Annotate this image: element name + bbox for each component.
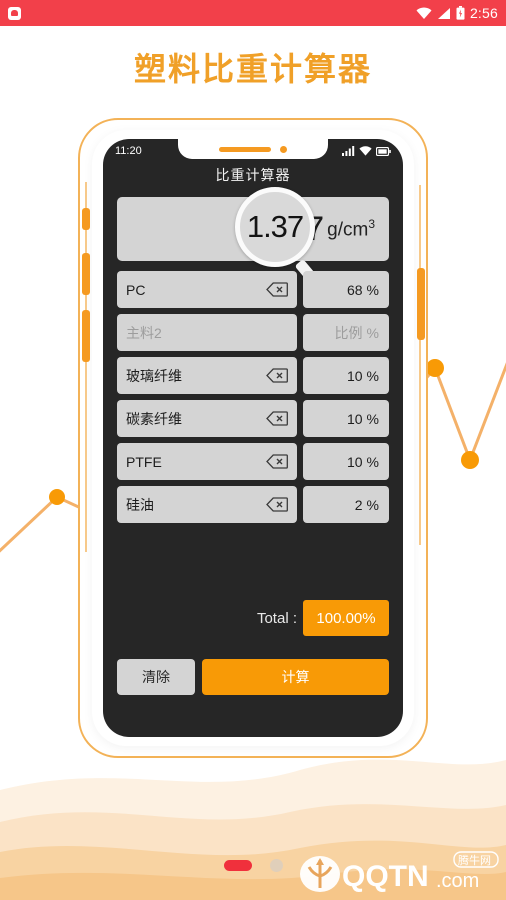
status-bar-time: 2:56 [469, 5, 498, 21]
battery-icon [456, 6, 465, 20]
result-unit: g/cm3 [327, 216, 375, 241]
power-button[interactable] [417, 268, 425, 340]
material-name-input[interactable]: PTFE [117, 443, 297, 480]
material-percent-value: 68 [346, 281, 363, 298]
material-rows: PC 68 % 主料2 比例 % 玻璃纤维 10 % 碳素纤维 10 % PTF… [117, 271, 389, 529]
material-name-value: PTFE [126, 453, 162, 470]
material-percent-input[interactable]: 比例 % [303, 314, 389, 351]
material-name-value: 碳素纤维 [126, 410, 182, 427]
page-indicator-dot[interactable] [269, 859, 283, 872]
percent-unit: % [366, 496, 379, 513]
table-row: PC 68 % [117, 271, 389, 308]
app-screenshot: 2:56 塑料比重计算器 11:20 比重计算器 g/cm3 1.37 PC 6… [0, 0, 506, 900]
phone-status-icons [342, 146, 391, 156]
phone-left-edge-line [85, 182, 87, 552]
qqtn-watermark: QQTN .com 腾牛网 [300, 851, 499, 893]
material-percent-input[interactable]: 68 % [303, 271, 389, 308]
backspace-icon[interactable] [266, 368, 288, 383]
backspace-icon[interactable] [266, 454, 288, 469]
phone-screen: 11:20 比重计算器 1.37 [103, 139, 403, 737]
watermark-brand: QQTN [342, 860, 429, 893]
signal-icon [437, 7, 450, 19]
percent-unit: % [366, 367, 379, 384]
material-name-value: 硅油 [126, 496, 154, 513]
status-bar: 2:56 [0, 0, 506, 26]
material-percent-placeholder: 比例 [334, 324, 363, 341]
total-row: Total : 100.00% [117, 600, 389, 636]
material-percent-input[interactable]: 10 % [303, 400, 389, 437]
backspace-icon[interactable] [266, 411, 288, 426]
backspace-icon[interactable] [266, 282, 288, 297]
table-row: 主料2 比例 % [117, 314, 389, 351]
mute-switch-button[interactable] [82, 310, 90, 362]
watermark-badge: 腾牛网 [453, 851, 499, 868]
battery-icon [376, 146, 391, 156]
action-buttons: 清除 计算 [117, 659, 389, 695]
total-label: Total : [256, 609, 297, 627]
volume-up-button[interactable] [82, 208, 90, 230]
material-percent-input[interactable]: 10 % [303, 357, 389, 394]
phone-status-bar: 11:20 [103, 139, 403, 161]
percent-unit: % [366, 453, 379, 470]
percent-unit: % [366, 410, 379, 427]
svg-text:腾牛网: 腾牛网 [458, 853, 491, 867]
app-header-title: 比重计算器 [215, 167, 291, 183]
wifi-icon [359, 146, 372, 156]
material-name-input[interactable]: 碳素纤维 [117, 400, 297, 437]
phone-status-time: 11:20 [115, 145, 142, 157]
material-name-value: PC [126, 281, 146, 298]
material-name-input[interactable]: PC [117, 271, 297, 308]
backspace-icon[interactable] [266, 497, 288, 512]
material-name-value: 玻璃纤维 [126, 367, 182, 384]
result-unit-exponent: 3 [368, 216, 375, 231]
table-row: 玻璃纤维 10 % [117, 357, 389, 394]
material-name-placeholder: 主料2 [126, 324, 162, 341]
signal-icon [342, 146, 355, 156]
app-icon [8, 6, 21, 20]
table-row: 碳素纤维 10 % [117, 400, 389, 437]
material-name-input[interactable]: 玻璃纤维 [117, 357, 297, 394]
magnified-result-value: 1.37 [246, 209, 304, 244]
percent-unit: % [366, 281, 379, 298]
material-percent-input[interactable]: 2 % [303, 486, 389, 523]
total-value-badge: 100.00% [303, 600, 389, 636]
wifi-icon [416, 7, 432, 19]
watermark-suffix: .com [436, 870, 479, 892]
magnifier-icon: 1.37 [235, 187, 315, 267]
calculate-button[interactable]: 计算 [202, 659, 389, 695]
page-indicator-dot-active[interactable] [223, 860, 252, 871]
material-name-input[interactable]: 主料2 [117, 314, 297, 351]
table-row: PTFE 10 % [117, 443, 389, 480]
bull-logo-icon [300, 856, 340, 892]
percent-unit: % [366, 324, 379, 341]
material-percent-value: 10 [346, 453, 363, 470]
page-title: 塑料比重计算器 [133, 50, 372, 88]
clear-button[interactable]: 清除 [117, 659, 195, 695]
material-percent-value: 10 [346, 410, 363, 427]
status-bar-right: 2:56 [416, 6, 498, 20]
volume-down-button[interactable] [82, 253, 90, 295]
material-percent-value: 2 [354, 496, 363, 513]
phone-right-edge-line [419, 185, 421, 545]
material-percent-input[interactable]: 10 % [303, 443, 389, 480]
material-percent-value: 10 [346, 367, 363, 384]
material-name-input[interactable]: 硅油 [117, 486, 297, 523]
table-row: 硅油 2 % [117, 486, 389, 523]
